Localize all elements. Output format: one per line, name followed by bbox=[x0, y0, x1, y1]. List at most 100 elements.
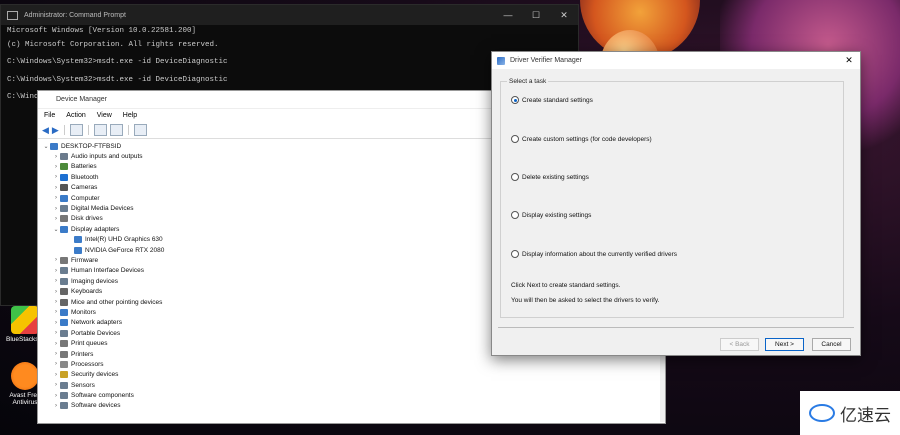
back-arrow-icon[interactable]: ◀ bbox=[42, 125, 49, 136]
tree-item-label: Audio inputs and outputs bbox=[71, 153, 143, 161]
cancel-button[interactable]: Cancel bbox=[812, 338, 851, 351]
device-category-icon bbox=[74, 236, 82, 244]
help-icon[interactable] bbox=[93, 124, 107, 136]
option-delete-existing[interactable]: Delete existing settings bbox=[511, 173, 589, 181]
menu-help[interactable]: Help bbox=[123, 112, 137, 119]
chevron-right-icon[interactable]: › bbox=[52, 372, 60, 378]
chevron-right-icon[interactable]: › bbox=[52, 195, 60, 201]
chevron-right-icon[interactable]: › bbox=[52, 164, 60, 170]
option-display-existing[interactable]: Display existing settings bbox=[511, 211, 591, 219]
avast-icon bbox=[11, 362, 39, 390]
console-line: Microsoft Windows [Version 10.0.22581.20… bbox=[7, 27, 197, 35]
chevron-right-icon[interactable]: › bbox=[52, 257, 60, 263]
device-category-icon bbox=[60, 215, 68, 223]
toolbar-divider bbox=[127, 125, 129, 135]
tree-item-label: Cameras bbox=[71, 184, 98, 192]
device-category-icon bbox=[60, 298, 68, 306]
tree-category[interactable]: › Processors bbox=[42, 359, 665, 369]
tree-item-label: Firmware bbox=[71, 256, 99, 264]
menu-view[interactable]: View bbox=[97, 112, 112, 119]
tree-item-label: Portable Devices bbox=[71, 329, 121, 337]
chevron-right-icon[interactable]: › bbox=[52, 299, 60, 305]
update-driver-icon[interactable] bbox=[109, 124, 123, 136]
option-label: Create custom settings (for code develop… bbox=[522, 135, 652, 143]
radio-button[interactable] bbox=[511, 250, 519, 258]
info-text: Click Next to create standard settings. bbox=[511, 282, 621, 289]
watermark-logo-icon bbox=[809, 404, 835, 422]
tree-category[interactable]: › Security devices bbox=[42, 370, 665, 380]
properties-icon[interactable] bbox=[69, 124, 83, 136]
chevron-right-icon[interactable]: › bbox=[52, 268, 60, 274]
device-category-icon bbox=[74, 246, 82, 254]
radio-button[interactable] bbox=[511, 211, 519, 219]
chevron-right-icon[interactable]: › bbox=[52, 309, 60, 315]
tree-category[interactable]: › Sensors bbox=[42, 380, 665, 390]
tree-category[interactable]: › Software components bbox=[42, 390, 665, 400]
tree-item-label: Mice and other pointing devices bbox=[71, 298, 163, 306]
chevron-right-icon[interactable]: › bbox=[52, 289, 60, 295]
title-bar[interactable]: Administrator: Command Prompt — ☐ ✕ bbox=[1, 5, 578, 25]
task-group-label: Select a task bbox=[509, 78, 547, 85]
radio-button[interactable] bbox=[511, 96, 519, 104]
menu-action[interactable]: Action bbox=[66, 112, 85, 119]
chevron-right-icon[interactable]: › bbox=[52, 393, 60, 399]
chevron-right-icon[interactable]: › bbox=[52, 206, 60, 212]
option-create-standard[interactable]: Create standard settings bbox=[511, 96, 593, 104]
toolbar-divider bbox=[87, 125, 89, 135]
chevron-right-icon[interactable]: › bbox=[52, 341, 60, 347]
chevron-down-icon[interactable]: ⌄ bbox=[42, 143, 50, 150]
menu-file[interactable]: File bbox=[44, 112, 55, 119]
close-button[interactable]: ✕ bbox=[550, 10, 578, 21]
tree-item-label: Display adapters bbox=[71, 225, 120, 233]
chevron-right-icon[interactable]: › bbox=[52, 361, 60, 367]
device-category-icon bbox=[60, 153, 68, 161]
device-category-icon bbox=[60, 402, 68, 410]
radio-button[interactable] bbox=[511, 135, 519, 143]
forward-arrow-icon[interactable]: ▶ bbox=[52, 125, 59, 136]
chevron-right-icon[interactable]: › bbox=[52, 382, 60, 388]
radio-button[interactable] bbox=[511, 173, 519, 181]
tree-item-label: Software devices bbox=[71, 402, 121, 410]
device-category-icon bbox=[60, 392, 68, 400]
window-title: Device Manager bbox=[56, 96, 107, 103]
device-category-icon bbox=[60, 329, 68, 337]
terminal-icon bbox=[7, 10, 18, 20]
option-display-verified[interactable]: Display information about the currently … bbox=[511, 250, 677, 258]
driver-verifier-dialog[interactable]: Driver Verifier Manager ✕ Select a task … bbox=[491, 51, 861, 356]
chevron-right-icon[interactable]: › bbox=[52, 330, 60, 336]
tree-item-label: Sensors bbox=[71, 381, 95, 389]
chevron-right-icon[interactable]: › bbox=[52, 216, 60, 222]
title-bar[interactable]: Driver Verifier Manager ✕ bbox=[492, 52, 860, 69]
option-label: Create standard settings bbox=[522, 96, 593, 104]
dialog-title: Driver Verifier Manager bbox=[510, 57, 582, 64]
chevron-right-icon[interactable]: › bbox=[52, 403, 60, 409]
bluestacks-icon bbox=[11, 306, 39, 334]
tree-category[interactable]: › Software devices bbox=[42, 401, 665, 411]
tree-item-label: Bluetooth bbox=[71, 173, 99, 181]
window-title: Administrator: Command Prompt bbox=[24, 11, 126, 19]
device-category-icon bbox=[60, 319, 68, 327]
chevron-right-icon[interactable]: › bbox=[52, 351, 60, 357]
device-category-icon bbox=[60, 225, 68, 233]
tree-item-label: Human Interface Devices bbox=[71, 267, 144, 275]
scan-hardware-icon[interactable] bbox=[133, 124, 147, 136]
chevron-right-icon[interactable]: › bbox=[52, 154, 60, 160]
chevron-right-icon[interactable]: › bbox=[52, 278, 60, 284]
device-category-icon bbox=[60, 308, 68, 316]
next-button[interactable]: Next > bbox=[765, 338, 804, 351]
tree-item-label: Computer bbox=[71, 194, 100, 202]
chevron-down-icon[interactable]: ⌄ bbox=[52, 226, 60, 233]
back-button[interactable]: < Back bbox=[720, 338, 759, 351]
divider bbox=[498, 327, 854, 328]
device-category-icon bbox=[60, 381, 68, 389]
tree-item-label: Processors bbox=[71, 360, 104, 368]
minimize-button[interactable]: — bbox=[494, 10, 522, 20]
device-category-icon bbox=[60, 267, 68, 275]
chevron-right-icon[interactable]: › bbox=[52, 174, 60, 180]
chevron-right-icon[interactable]: › bbox=[52, 185, 60, 191]
option-create-custom[interactable]: Create custom settings (for code develop… bbox=[511, 135, 652, 143]
close-button[interactable]: ✕ bbox=[838, 55, 860, 66]
maximize-button[interactable]: ☐ bbox=[522, 10, 550, 21]
device-category-icon bbox=[60, 173, 68, 181]
chevron-right-icon[interactable]: › bbox=[52, 320, 60, 326]
